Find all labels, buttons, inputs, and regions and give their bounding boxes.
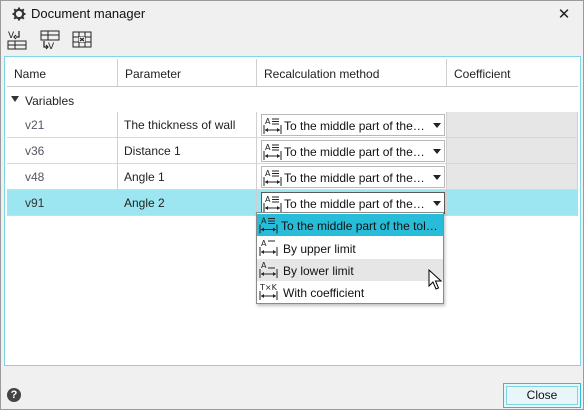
option-lower-limit[interactable]: A By lower limit xyxy=(257,259,443,281)
cell-method: To the middle part of the tolerance xyxy=(257,138,447,164)
method-dropdown-list: To the middle part of the tolerance A By… xyxy=(256,212,444,304)
svg-text:T×K: T×K xyxy=(259,283,278,292)
cell-coefficient[interactable] xyxy=(447,190,578,216)
method-combo[interactable]: To the middle part of the tolerance xyxy=(261,140,445,162)
method-value: To the middle part of the tolerance xyxy=(284,171,426,185)
cell-coefficient[interactable] xyxy=(447,138,578,164)
middle-tolerance-icon xyxy=(263,142,282,161)
upper-limit-icon: A xyxy=(259,239,278,256)
option-middle-tolerance[interactable]: To the middle part of the tolerance xyxy=(257,214,443,236)
cell-name: v36 xyxy=(7,138,118,164)
close-button[interactable]: Close xyxy=(503,383,581,408)
method-value: To the middle part of the tolerance xyxy=(284,197,426,211)
svg-text:A: A xyxy=(261,239,267,248)
table-row[interactable]: v36 Distance 1 To the middle part of the… xyxy=(7,138,578,164)
gear-icon xyxy=(12,7,26,21)
svg-text:V: V xyxy=(8,31,15,41)
help-icon[interactable]: ? xyxy=(7,388,21,402)
table-delete-icon[interactable] xyxy=(70,28,94,52)
header-recalculation-method[interactable]: Recalculation method xyxy=(257,59,447,87)
method-combo[interactable]: To the middle part of the tolerance xyxy=(261,166,445,188)
option-upper-limit[interactable]: A By upper limit xyxy=(257,237,443,259)
option-label: To the middle part of the tolerance xyxy=(281,219,439,233)
mouse-cursor-icon xyxy=(428,269,442,290)
table-row[interactable]: v21 The thickness of wall To the middle … xyxy=(7,112,578,138)
method-value: To the middle part of the tolerance xyxy=(284,119,426,133)
middle-tolerance-icon xyxy=(259,216,278,234)
window-title: Document manager xyxy=(31,6,146,21)
middle-tolerance-icon xyxy=(263,194,282,213)
lower-limit-icon: A xyxy=(259,261,278,278)
header-parameter[interactable]: Parameter xyxy=(118,59,257,87)
cell-name: v48 xyxy=(7,164,118,190)
option-label: By lower limit xyxy=(283,264,354,278)
header-name[interactable]: Name xyxy=(7,59,118,87)
recalculate-list-icon[interactable]: V xyxy=(38,28,62,52)
dropdown-arrow-icon[interactable] xyxy=(433,123,441,128)
cell-name: v91 xyxy=(7,190,118,216)
table-row[interactable]: v48 Angle 1 To the middle part of the to… xyxy=(7,164,578,190)
option-with-coefficient[interactable]: T×K With coefficient xyxy=(257,281,443,303)
method-combo[interactable]: To the middle part of the tolerance xyxy=(261,114,445,136)
middle-tolerance-icon xyxy=(263,116,282,135)
dropdown-arrow-icon[interactable] xyxy=(433,201,441,206)
cell-parameter: Distance 1 xyxy=(118,138,257,164)
expand-triangle-icon[interactable] xyxy=(11,96,19,102)
coefficient-icon: T×K xyxy=(259,283,278,300)
cell-method: To the middle part of the tolerance xyxy=(257,164,447,190)
svg-text:V: V xyxy=(48,42,55,51)
title-bar: Document manager ✕ xyxy=(1,1,583,27)
option-label: With coefficient xyxy=(283,286,365,300)
cell-coefficient[interactable] xyxy=(447,164,578,190)
method-combo-open[interactable]: To the middle part of the tolerance xyxy=(261,192,445,214)
cell-parameter: Angle 1 xyxy=(118,164,257,190)
recalculate-down-icon[interactable]: V xyxy=(6,28,30,52)
middle-tolerance-icon xyxy=(263,168,282,187)
option-label: By upper limit xyxy=(283,242,356,256)
close-icon[interactable]: ✕ xyxy=(553,3,575,25)
group-label: Variables xyxy=(25,94,75,108)
svg-text:A: A xyxy=(261,261,267,270)
cell-method: To the middle part of the tolerance xyxy=(257,112,447,138)
header-coefficient[interactable]: Coefficient xyxy=(447,59,578,87)
cell-parameter: The thickness of wall xyxy=(118,112,257,138)
method-value: To the middle part of the tolerance xyxy=(284,145,426,159)
variables-panel: Name Parameter Recalculation method Coef… xyxy=(4,56,581,366)
dropdown-arrow-icon[interactable] xyxy=(433,149,441,154)
group-row-variables[interactable]: Variables xyxy=(7,88,578,112)
toolbar: V V xyxy=(1,27,583,55)
document-manager-window: Document manager ✕ V V Name Parameter Re… xyxy=(0,0,584,410)
cell-coefficient[interactable] xyxy=(447,112,578,138)
dropdown-arrow-icon[interactable] xyxy=(433,175,441,180)
cell-parameter: Angle 2 xyxy=(118,190,257,216)
cell-name: v21 xyxy=(7,112,118,138)
